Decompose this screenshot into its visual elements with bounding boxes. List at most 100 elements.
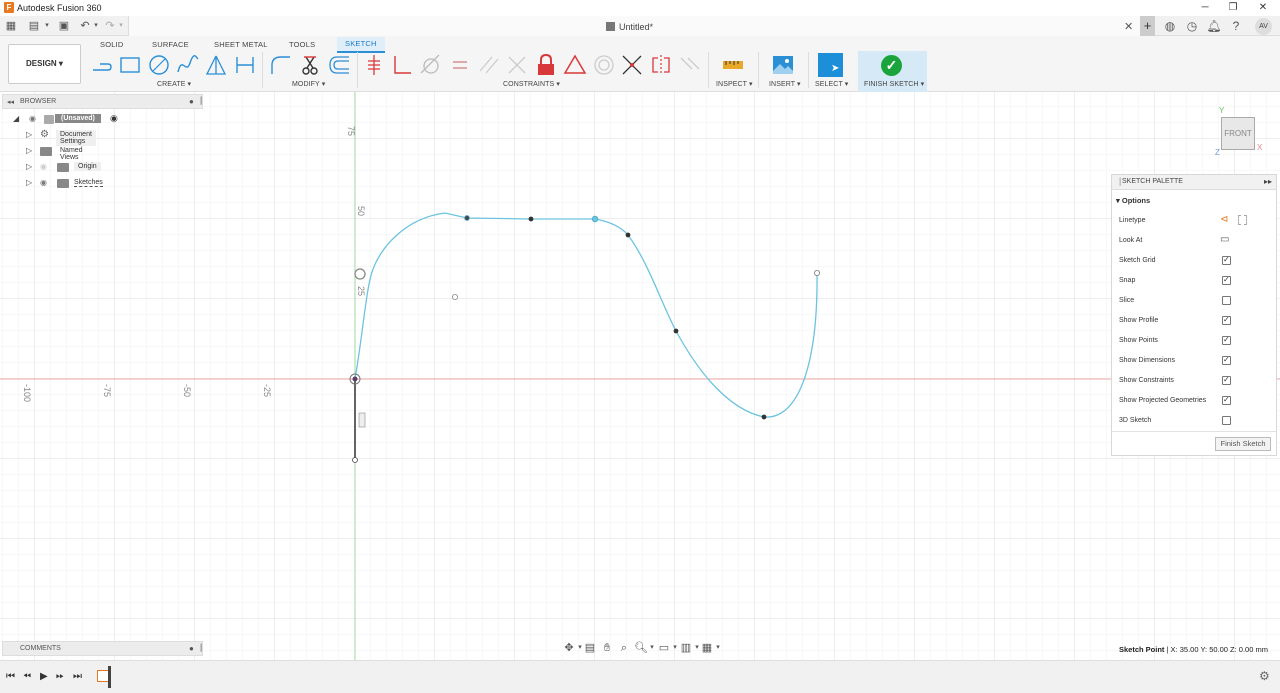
maximize-button[interactable]: ❐ [1218, 0, 1248, 16]
redo-dropdown-icon[interactable]: ▾ [114, 19, 128, 33]
visibility-eye-icon[interactable]: ◉ [40, 162, 47, 171]
expand-triangle-icon[interactable]: ◢ [13, 115, 21, 123]
file-menu-icon[interactable]: ▤ [27, 19, 41, 33]
pan-hand-icon[interactable]: ✋︎ [600, 641, 614, 655]
notifications-icon[interactable]: 🔔︎ [1206, 18, 1222, 34]
expand-triangle-icon[interactable]: ▷ [26, 179, 34, 187]
snap-checkbox[interactable] [1222, 275, 1231, 285]
tab-solid[interactable]: SOLID [100, 40, 124, 49]
tangent-constraint-icon[interactable] [418, 53, 442, 77]
next-step-icon[interactable]: ⏩︎ [56, 671, 64, 682]
browser-pin-icon[interactable]: ● [189, 97, 194, 106]
play-icon[interactable]: ▶ [40, 671, 48, 682]
palette-grip-icon[interactable]: ▕ [1115, 178, 1120, 186]
document-tab[interactable]: Untitled* ✕ [128, 16, 1140, 36]
trim-scissors-icon[interactable] [298, 53, 322, 77]
expand-triangle-icon[interactable]: ▷ [26, 163, 34, 171]
previous-step-icon[interactable]: ⏪︎ [23, 671, 31, 682]
fix-constraint-icon[interactable] [362, 53, 386, 77]
finish-sketch-label[interactable]: FINISH SKETCH ▾ [864, 80, 924, 88]
viewports-dropdown-icon[interactable]: ▾ [711, 641, 725, 655]
file-dropdown-icon[interactable]: ▾ [40, 19, 54, 33]
visibility-eye-icon[interactable]: ◉ [29, 114, 36, 123]
job-status-icon[interactable]: ◷ [1184, 18, 1200, 34]
inspect-group-label[interactable]: INSPECT ▾ [716, 80, 753, 88]
collapse-icon[interactable]: ◂◂ [7, 98, 14, 106]
browser-header[interactable]: ◂◂ BROWSER ● ▕ [2, 94, 203, 109]
equal-constraint-icon[interactable] [448, 53, 472, 77]
collinear-constraint-icon[interactable] [620, 53, 644, 77]
user-avatar[interactable]: AV [1255, 18, 1272, 35]
save-icon[interactable]: ▣ [57, 19, 71, 33]
comments-expand-icon[interactable]: ▕ [196, 644, 201, 652]
comments-panel[interactable]: COMMENTS ● ▕ [2, 641, 203, 656]
close-window-button[interactable]: ✕ [1248, 0, 1278, 16]
zoom-window-icon[interactable]: ⌕ [617, 641, 631, 655]
timeline-marker[interactable] [108, 666, 111, 688]
curvature-constraint-icon[interactable] [678, 53, 702, 77]
modify-group-label[interactable]: MODIFY ▾ [292, 80, 325, 88]
timeline-settings-gear-icon[interactable]: ⚙ [1259, 669, 1270, 683]
activate-radio-icon[interactable]: ◉ [110, 113, 118, 124]
line-tool-icon[interactable] [90, 53, 114, 77]
expand-triangle-icon[interactable]: ▷ [26, 147, 34, 155]
workspace-switcher[interactable]: DESIGN ▾ [8, 44, 81, 84]
look-at-icon[interactable]: ▭ [1220, 234, 1229, 245]
spline-tool-icon[interactable] [176, 53, 200, 77]
grid-menu-icon[interactable]: ▦ [4, 19, 18, 33]
show-constraints-checkbox[interactable] [1222, 375, 1231, 385]
look-at-nav-icon[interactable]: ▤ [583, 641, 597, 655]
show-projected-geometries-checkbox[interactable] [1222, 395, 1231, 405]
tab-sheet-metal[interactable]: SHEET METAL [214, 40, 268, 49]
slice-checkbox[interactable] [1222, 296, 1231, 305]
concentric-constraint-icon[interactable] [592, 53, 616, 77]
create-group-label[interactable]: CREATE ▾ [157, 80, 191, 88]
first-step-icon[interactable]: ⏮ [6, 671, 15, 682]
mirror-tool-icon[interactable] [204, 53, 228, 77]
symmetry-constraint-icon[interactable] [649, 53, 673, 77]
parallel-constraint-icon[interactable] [477, 53, 501, 77]
sketch-grid-checkbox[interactable] [1222, 255, 1231, 265]
visibility-eye-icon[interactable]: ◉ [40, 178, 47, 187]
comments-pin-icon[interactable]: ● [189, 644, 194, 653]
midpoint-constraint-icon[interactable] [563, 53, 587, 77]
palette-header[interactable]: ▕ SKETCH PALETTE ▸▸ [1112, 175, 1276, 190]
palette-expand-icon[interactable]: ▸▸ [1264, 177, 1272, 186]
options-section[interactable]: ▾ Options [1116, 196, 1150, 205]
3d-sketch-checkbox[interactable] [1222, 416, 1231, 425]
circle-tool-icon[interactable] [147, 53, 171, 77]
show-dimensions-checkbox[interactable] [1222, 355, 1231, 365]
palette-row-slice: Slice [1119, 297, 1135, 304]
show-profile-checkbox[interactable] [1222, 315, 1231, 325]
measure-tool-icon[interactable] [721, 53, 745, 77]
coincident-constraint-icon[interactable] [505, 53, 529, 77]
expand-triangle-icon[interactable]: ▷ [26, 131, 34, 139]
offset-tool-icon[interactable] [327, 53, 351, 77]
select-group-label[interactable]: SELECT ▾ [815, 80, 848, 88]
perpendicular-constraint-icon[interactable] [390, 53, 414, 77]
palette-finish-sketch-button[interactable]: Finish Sketch [1215, 437, 1271, 451]
tab-sketch[interactable]: SKETCH [337, 37, 385, 53]
sketch-point [814, 269, 821, 276]
insert-image-icon[interactable] [771, 53, 795, 77]
view-cube[interactable]: FRONT [1221, 117, 1255, 150]
help-icon[interactable]: ? [1228, 18, 1244, 34]
browser-expand-icon[interactable]: ▕ [196, 97, 201, 105]
new-tab-button[interactable]: + [1140, 16, 1155, 36]
tab-surface[interactable]: SURFACE [152, 40, 189, 49]
rectangle-tool-icon[interactable] [118, 53, 142, 77]
dimension-tool-icon[interactable] [233, 53, 257, 77]
show-points-checkbox[interactable] [1222, 335, 1231, 345]
construction-linetype-icon[interactable]: ⊲ [1220, 214, 1228, 225]
centerline-linetype-icon[interactable] [1238, 215, 1247, 225]
fillet-tool-icon[interactable] [269, 53, 293, 77]
last-step-icon[interactable]: ⏭ [73, 671, 82, 682]
undo-dropdown-icon[interactable]: ▾ [89, 19, 103, 33]
extensions-icon[interactable]: ◍ [1162, 18, 1178, 34]
tab-tools[interactable]: TOOLS [289, 40, 315, 49]
lock-constraint-icon[interactable] [534, 53, 558, 77]
constraints-group-label[interactable]: CONSTRAINTS ▾ [503, 80, 560, 88]
close-tab-icon[interactable]: ✕ [1124, 20, 1133, 33]
minimize-button[interactable]: ─ [1190, 0, 1220, 16]
insert-group-label[interactable]: INSERT ▾ [769, 80, 801, 88]
